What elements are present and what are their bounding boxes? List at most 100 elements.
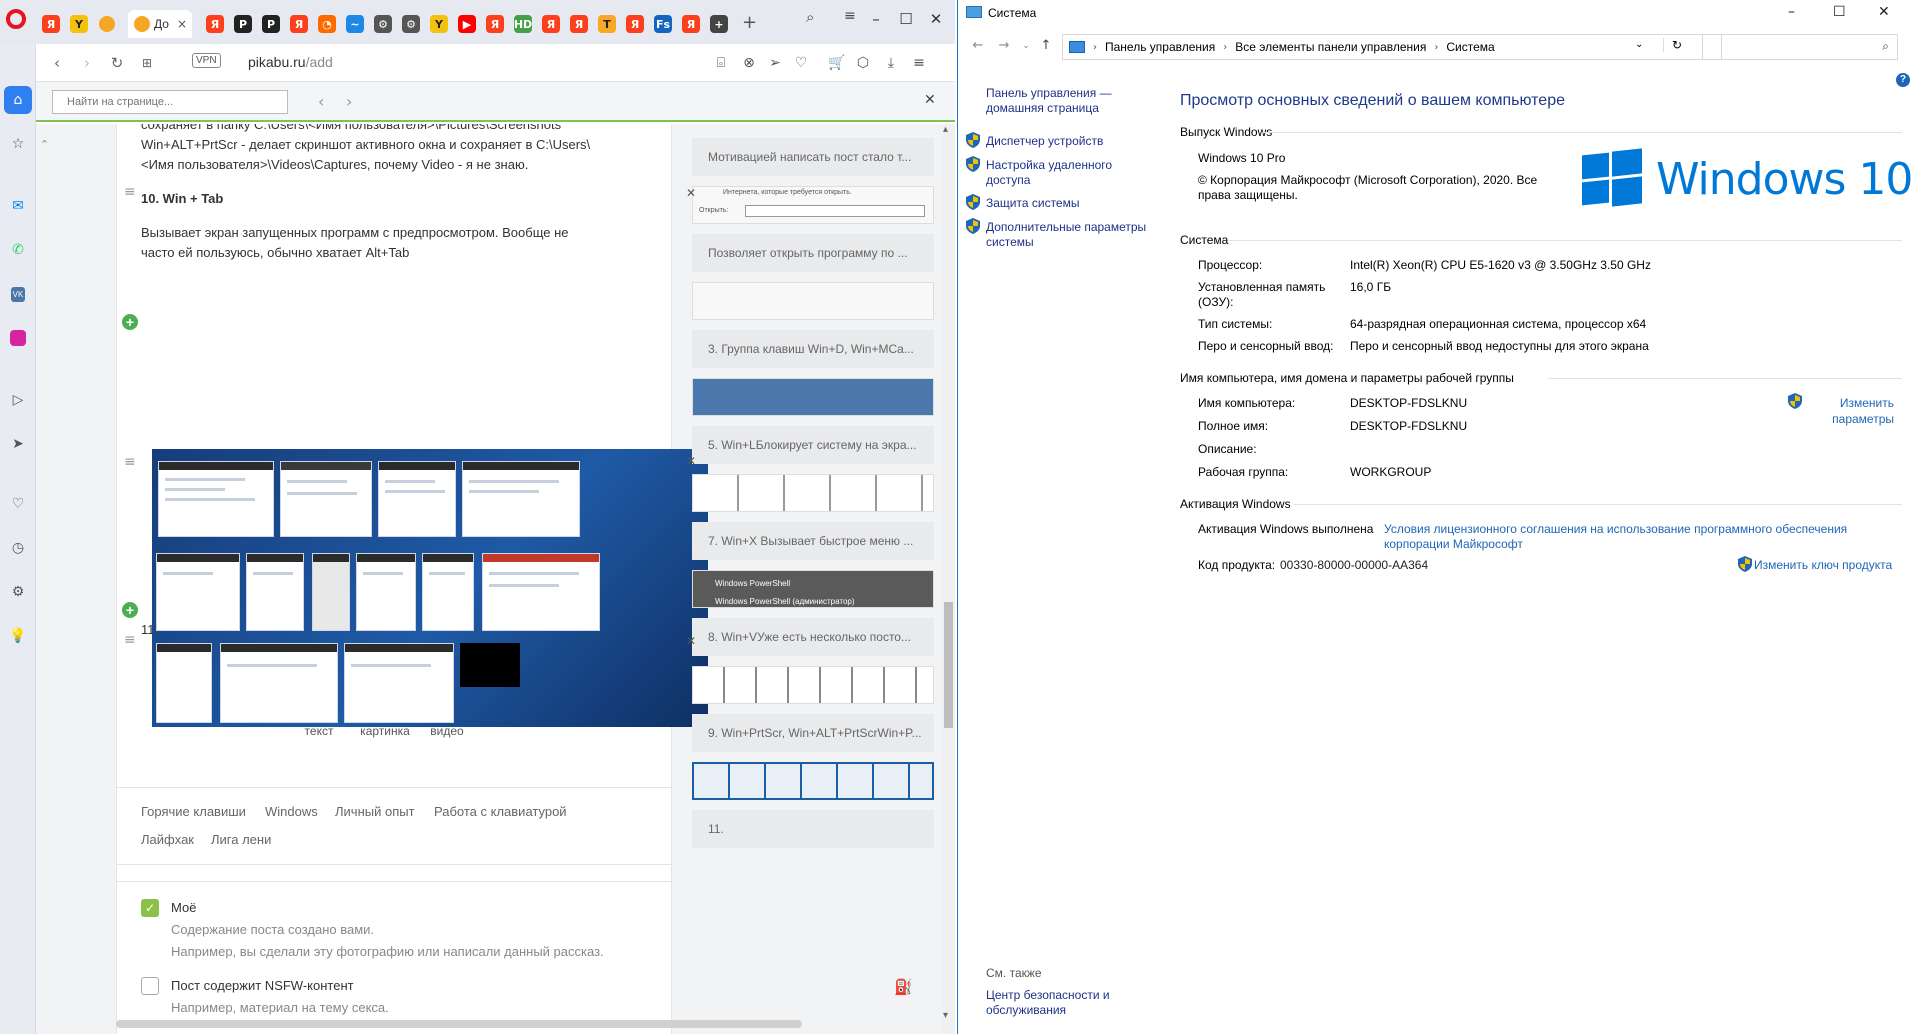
outline-close-icon[interactable]: ✕ xyxy=(686,186,696,200)
forward-icon[interactable]: → xyxy=(996,38,1012,54)
outline-item[interactable]: 3. Группа клавиш Win+D, Win+MCa... xyxy=(692,330,934,368)
mine-label[interactable]: Моё xyxy=(171,900,196,915)
paragraph-line[interactable]: часто ей пользуюсь, обычно хватает Alt+T… xyxy=(141,243,661,263)
tag[interactable]: Личный опыт xyxy=(335,804,415,819)
add-block-icon[interactable]: + xyxy=(122,314,138,330)
browser-tab[interactable]: ~ xyxy=(340,10,370,38)
scrollbar-thumb[interactable] xyxy=(944,602,953,728)
change-key-link[interactable]: Изменить ключ продукта xyxy=(1754,558,1892,572)
outline-item[interactable]: 8. Win+VУже есть несколько посто... xyxy=(692,618,934,656)
device-manager-link[interactable]: Диспетчер устройств xyxy=(986,134,1103,149)
breadcrumb[interactable]: › Панель управления › Все элементы панел… xyxy=(1062,34,1722,60)
breadcrumb-refresh-icon[interactable]: ↻ xyxy=(1663,38,1682,52)
browser-tab[interactable]: Y xyxy=(424,10,454,38)
find-next-icon[interactable]: › xyxy=(346,92,352,111)
speed-dial-grid-icon[interactable]: ⊞ xyxy=(138,54,156,72)
speed-dial-icon[interactable]: ☆ xyxy=(4,130,32,158)
browser-tab[interactable]: Я xyxy=(36,10,66,38)
outline-thumbnail[interactable]: Интернета, которые требуется открыть. От… xyxy=(692,186,934,224)
system-protection-link[interactable]: Защита системы xyxy=(986,196,1079,211)
camera-icon[interactable]: ⌻ xyxy=(712,54,730,72)
help-icon[interactable]: ? xyxy=(1896,73,1910,87)
reload-icon[interactable]: ↻ xyxy=(108,54,126,72)
browser-tab[interactable]: + xyxy=(704,10,734,38)
browser-tab[interactable]: Я xyxy=(676,10,706,38)
change-params-link[interactable]: Изменить параметры xyxy=(1802,395,1894,427)
browser-tab[interactable]: ◔ xyxy=(312,10,342,38)
maximize-icon[interactable]: ☐ xyxy=(1833,4,1846,20)
tag[interactable]: Горячие клавиши xyxy=(141,804,246,819)
opera-logo-icon[interactable] xyxy=(6,9,26,29)
outline-thumbnail[interactable] xyxy=(692,762,934,800)
tag[interactable]: Лига лени xyxy=(211,832,271,847)
close-window-icon[interactable]: ✕ xyxy=(1878,4,1890,20)
tips-icon[interactable]: 💡 xyxy=(4,622,32,650)
player-icon[interactable]: ▷ xyxy=(4,386,32,414)
outline-close-icon[interactable]: ✕ xyxy=(686,454,696,468)
outline-thumbnail[interactable] xyxy=(692,378,934,416)
control-panel-home-link[interactable]: Панель управления — домашняя страница xyxy=(986,86,1114,116)
tag[interactable]: Работа с клавиатурой xyxy=(434,804,567,819)
browser-tab[interactable] xyxy=(92,10,122,38)
post-screenshot-image[interactable] xyxy=(152,449,708,727)
bookmark-heart-icon[interactable]: ♡ xyxy=(792,54,810,72)
browser-tab[interactable]: HD xyxy=(508,10,538,38)
license-link[interactable]: Условия лицензионного соглашения на испо… xyxy=(1384,522,1874,552)
paint-bucket-icon[interactable]: ⛽ xyxy=(894,978,913,996)
back-icon[interactable]: ‹ xyxy=(48,54,66,72)
browser-tab[interactable]: Y xyxy=(64,10,94,38)
tag[interactable]: Лайфхак xyxy=(141,832,194,847)
vertical-scrollbar[interactable]: ▴ ▾ xyxy=(942,124,955,1034)
minimize-icon[interactable]: – xyxy=(1788,4,1795,20)
search-tabs-icon[interactable]: ⌕ xyxy=(806,8,814,26)
nsfw-checkbox[interactable] xyxy=(141,977,159,995)
browser-tab[interactable]: Я xyxy=(620,10,650,38)
browser-tab[interactable]: Я xyxy=(480,10,510,38)
new-tab-icon[interactable]: + xyxy=(742,12,757,33)
outline-thumbnail[interactable]: Windows PowerShell Windows PowerShell (а… xyxy=(692,570,934,608)
messenger-icon[interactable]: ✉ xyxy=(4,192,32,220)
send-icon[interactable]: ➤ xyxy=(4,430,32,458)
browser-tab[interactable]: ⚙ xyxy=(368,10,398,38)
outline-item[interactable]: 11. xyxy=(692,810,934,848)
adblock-icon[interactable]: ⊗ xyxy=(740,54,758,72)
nsfw-label[interactable]: Пост содержит NSFW-контент xyxy=(171,978,354,993)
browser-tab[interactable]: Я xyxy=(284,10,314,38)
paragraph-line[interactable]: Вызывает экран запущенных программ с пре… xyxy=(141,223,661,243)
security-center-link[interactable]: Центр безопасности и обслуживания xyxy=(986,988,1136,1018)
drag-handle-icon[interactable]: ≡ xyxy=(124,184,138,200)
paragraph-line[interactable]: Win+ALT+PrtScr - делает скриншот активно… xyxy=(141,135,661,155)
close-tab-icon[interactable]: × xyxy=(177,17,187,31)
browser-tab[interactable]: P xyxy=(228,10,258,38)
recent-icon[interactable]: ⌄ xyxy=(1018,38,1034,54)
menu-icon[interactable]: ≡ xyxy=(910,54,928,72)
breadcrumb-item[interactable]: Панель управления xyxy=(1105,40,1215,54)
search-input[interactable]: ⌕ xyxy=(1702,34,1898,60)
breadcrumb-item[interactable]: Система xyxy=(1446,40,1494,54)
browser-tab[interactable]: P xyxy=(256,10,286,38)
tab-menu-icon[interactable]: ≡ xyxy=(844,8,856,24)
collapse-arrow-icon[interactable]: ⌃ xyxy=(40,138,49,151)
outline-item[interactable]: 5. Win+LБлокирует систему на экра... xyxy=(692,426,934,464)
vk-icon[interactable]: VK xyxy=(4,280,32,308)
browser-tab[interactable]: ▶ xyxy=(452,10,482,38)
find-prev-icon[interactable]: ‹ xyxy=(318,92,324,111)
browser-tab[interactable]: Я xyxy=(536,10,566,38)
vpn-badge[interactable]: VPN xyxy=(192,53,221,68)
download-icon[interactable]: ⤓ xyxy=(882,54,900,72)
settings-icon[interactable]: ⚙ xyxy=(4,578,32,606)
outline-item[interactable]: Мотивацией написать пост стало т... xyxy=(692,138,934,176)
instagram-icon[interactable] xyxy=(4,324,32,352)
back-icon[interactable]: ← xyxy=(970,38,986,54)
history-icon[interactable]: ◷ xyxy=(4,534,32,562)
tag[interactable]: Windows xyxy=(265,804,318,819)
add-block-icon[interactable]: + xyxy=(122,602,138,618)
horizontal-scrollbar[interactable] xyxy=(116,1020,802,1028)
whatsapp-icon[interactable]: ✆ xyxy=(4,236,32,264)
outline-item[interactable]: Позволяет открыть программу по ... xyxy=(692,234,934,272)
remote-settings-link[interactable]: Настройка удаленного доступа xyxy=(986,158,1116,188)
outline-thumbnail[interactable] xyxy=(692,666,934,704)
browser-tab[interactable]: T xyxy=(592,10,622,38)
breadcrumb-item[interactable]: Все элементы панели управления xyxy=(1235,40,1426,54)
find-close-icon[interactable]: ✕ xyxy=(924,92,936,108)
